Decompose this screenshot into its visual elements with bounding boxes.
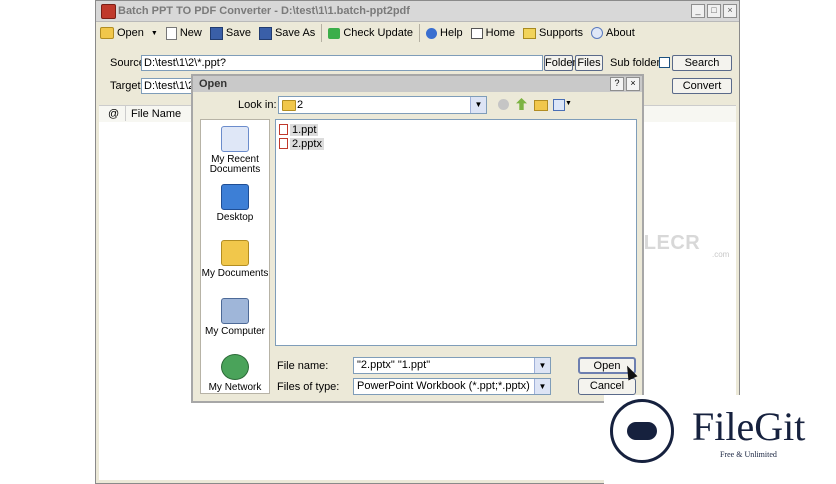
- chevron-down-icon[interactable]: ▼: [534, 379, 550, 394]
- my-documents-icon: [221, 240, 249, 266]
- place-desktop[interactable]: Desktop: [201, 184, 269, 223]
- filegit-badge: FileGit Free & Unlimited: [604, 395, 836, 484]
- home-icon: [470, 27, 483, 39]
- sub-folders-checkbox[interactable]: [659, 57, 670, 68]
- minimize-button[interactable]: _: [691, 4, 705, 18]
- sub-folders-label: Sub folders: [610, 57, 666, 69]
- places-bar: My Recent Documents Desktop My Documents…: [200, 119, 270, 394]
- column-at[interactable]: @: [108, 108, 119, 120]
- cancel-button[interactable]: Cancel: [578, 378, 636, 395]
- files-button[interactable]: Files: [575, 55, 603, 71]
- close-button[interactable]: ×: [723, 4, 737, 18]
- app-icon: [101, 4, 116, 19]
- view-menu-icon[interactable]: [553, 99, 565, 111]
- title-bar: Batch PPT TO PDF Converter - D:\test\1\1…: [96, 1, 739, 22]
- dialog-title: Open: [199, 78, 228, 90]
- file-pane: 1.ppt 2.pptx: [275, 119, 637, 346]
- maximize-button[interactable]: □: [707, 4, 721, 18]
- filegit-logo-icon: [610, 399, 674, 463]
- target-label: Target: [110, 80, 141, 92]
- back-icon[interactable]: [498, 99, 509, 110]
- files-of-type-combo[interactable]: PowerPoint Workbook (*.ppt;*.pptx) ▼: [353, 378, 551, 395]
- home-button[interactable]: Home: [467, 23, 519, 43]
- save-as-icon: [258, 26, 272, 40]
- toolbar: Open ▼ New Save Save As Check Update Hel…: [96, 22, 739, 44]
- new-button[interactable]: New: [162, 23, 206, 43]
- update-icon: [328, 27, 341, 39]
- chevron-down-icon[interactable]: ▼: [470, 97, 486, 113]
- save-as-button[interactable]: Save As: [255, 23, 319, 43]
- file-name-combo[interactable]: "2.pptx" "1.ppt" ▼: [353, 357, 551, 374]
- save-icon: [209, 26, 223, 40]
- my-computer-icon: [221, 298, 249, 324]
- folder-button[interactable]: Folder: [544, 55, 576, 71]
- save-button[interactable]: Save: [206, 23, 255, 43]
- view-menu-arrow-icon[interactable]: ▼: [565, 100, 572, 107]
- chevron-down-icon[interactable]: ▼: [534, 358, 550, 373]
- close-icon[interactable]: ×: [626, 77, 640, 91]
- source-label: Source: [110, 57, 145, 69]
- look-in-combo[interactable]: 2 ▼: [278, 96, 487, 114]
- look-in-label: Look in:: [238, 99, 277, 111]
- folder-icon: [282, 100, 296, 111]
- filegit-name: FileGit: [692, 404, 806, 449]
- column-file-name[interactable]: File Name: [131, 108, 181, 120]
- help-icon: [426, 27, 438, 39]
- open-folder-icon: [100, 27, 114, 39]
- place-my-network[interactable]: My Network: [201, 354, 269, 393]
- file-item[interactable]: 2.pptx: [279, 137, 324, 150]
- help-button[interactable]: Help: [422, 23, 467, 43]
- supports-icon: [523, 27, 536, 39]
- toolbar-separator: [419, 24, 421, 42]
- window-title: Batch PPT TO PDF Converter - D:\test\1\1…: [118, 5, 410, 17]
- file-name-label: File name:: [277, 360, 329, 372]
- new-folder-icon[interactable]: [534, 100, 548, 111]
- check-update-button[interactable]: Check Update: [324, 23, 417, 43]
- about-button[interactable]: About: [587, 23, 639, 43]
- place-my-computer[interactable]: My Computer: [201, 298, 269, 337]
- pptx-file-icon: [279, 138, 288, 149]
- info-icon: [591, 27, 604, 39]
- filecr-watermark-sub: .com: [712, 250, 730, 259]
- recent-documents-icon: [221, 126, 249, 152]
- new-file-icon: [165, 26, 177, 40]
- filegit-tagline: Free & Unlimited: [720, 450, 777, 459]
- open-button[interactable]: Open ▼: [96, 23, 162, 43]
- column-divider: [125, 106, 126, 121]
- open-dialog: Open ? × Look in: 2 ▼ ▼ My Recent Docume…: [191, 74, 644, 403]
- search-button[interactable]: Search: [672, 55, 732, 71]
- source-field[interactable]: D:\test\1\2\*.ppt?: [141, 55, 543, 71]
- files-of-type-label: Files of type:: [277, 381, 340, 393]
- supports-button[interactable]: Supports: [519, 23, 587, 43]
- dropdown-arrow-icon[interactable]: ▼: [151, 30, 158, 37]
- ppt-file-icon: [279, 124, 288, 135]
- file-item[interactable]: 1.ppt: [279, 123, 319, 136]
- my-network-icon: [221, 354, 249, 380]
- desktop-icon: [221, 184, 249, 210]
- place-my-documents[interactable]: My Documents: [201, 240, 269, 279]
- toolbar-separator: [321, 24, 323, 42]
- dialog-title-bar: Open ? ×: [193, 76, 642, 92]
- convert-button[interactable]: Convert: [672, 78, 732, 94]
- help-icon[interactable]: ?: [610, 77, 624, 91]
- place-recent-documents[interactable]: My Recent Documents: [201, 126, 269, 175]
- up-folder-icon[interactable]: [516, 98, 527, 110]
